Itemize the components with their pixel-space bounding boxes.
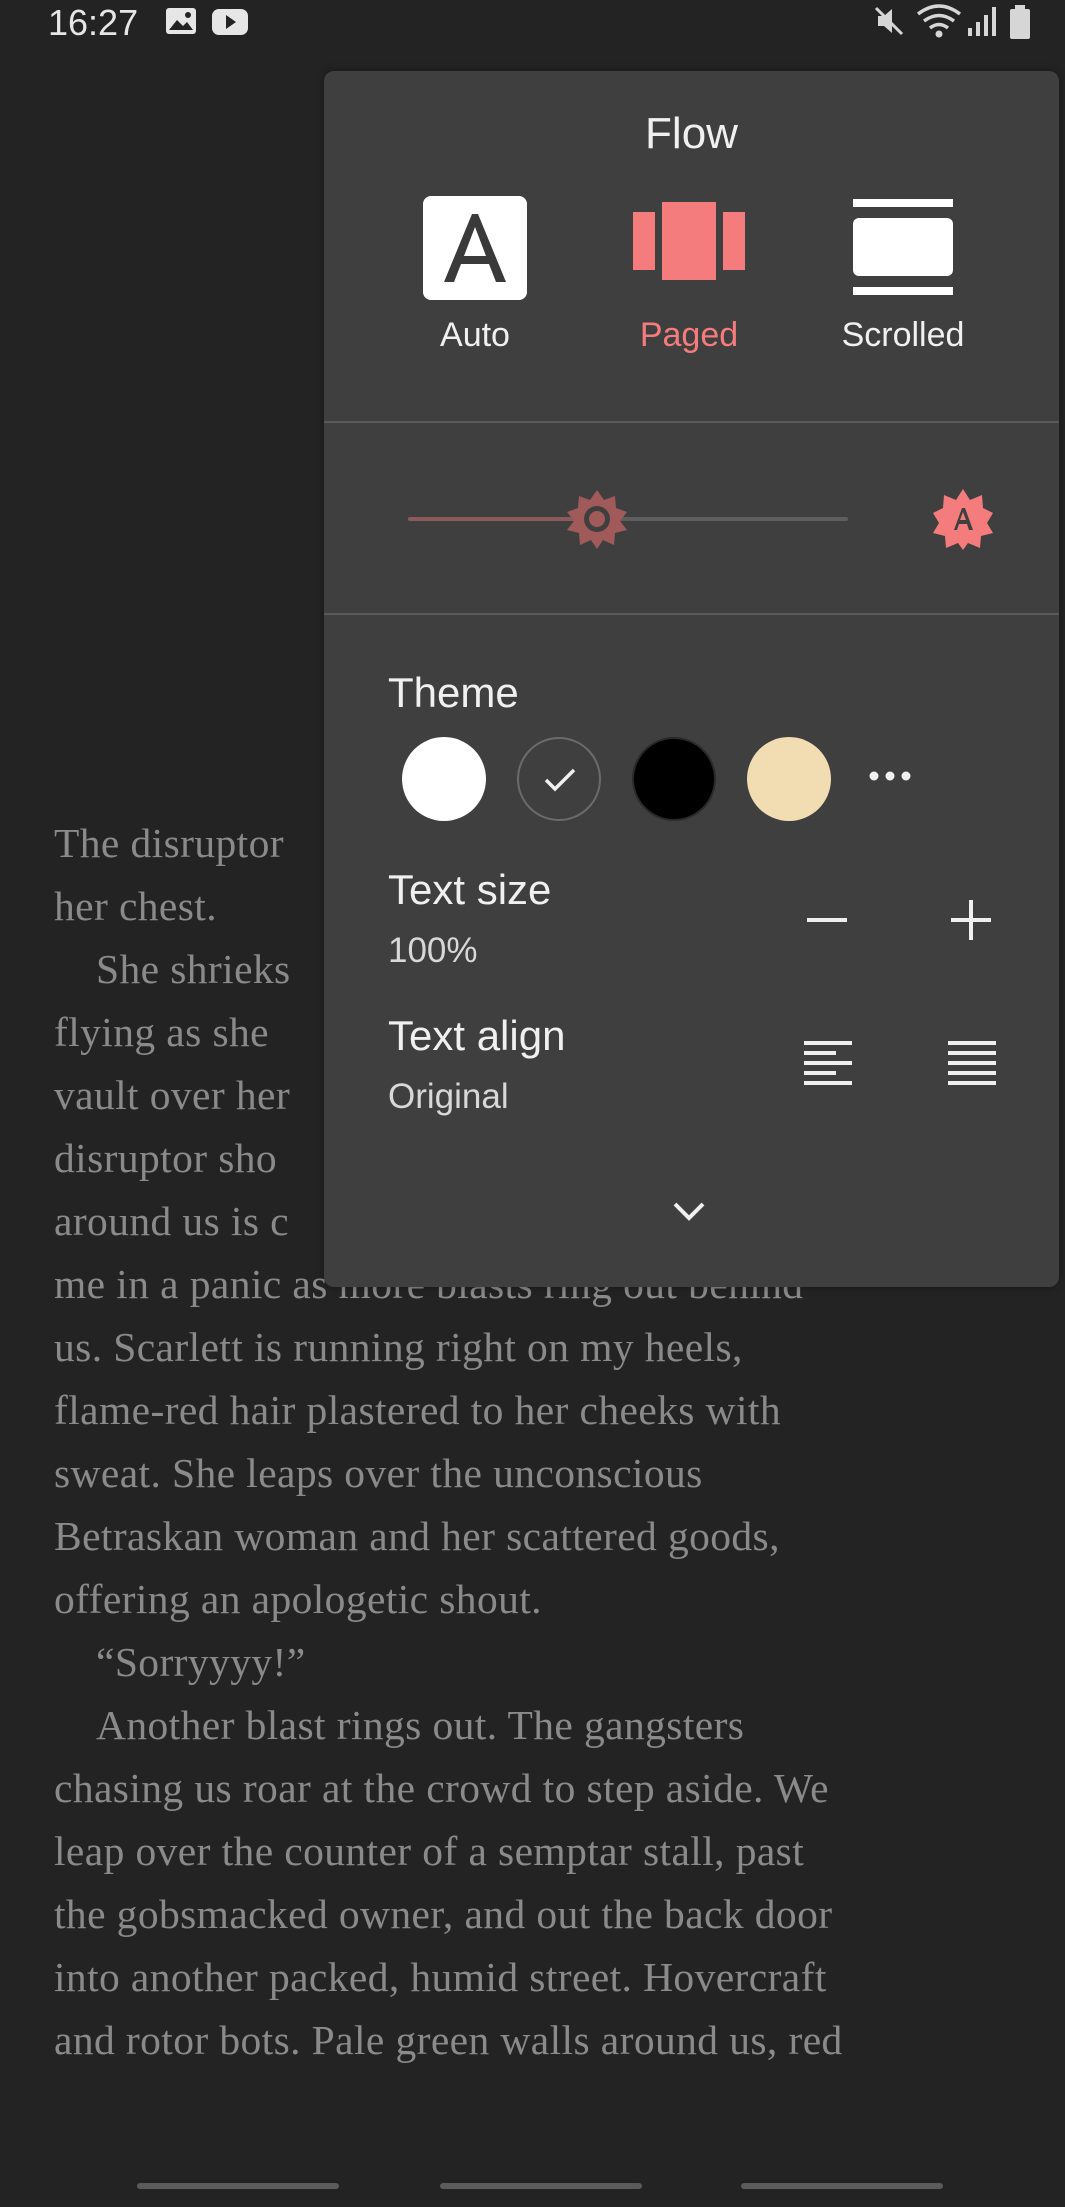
divider	[324, 421, 1059, 423]
reader-line: Betraskan woman and her scattered goods,	[54, 1513, 780, 1559]
text-align-value: Original	[388, 1077, 509, 1116]
status-bar: 16:27	[0, 0, 1065, 44]
reader-line: into another packed, humid street. Hover…	[54, 1954, 827, 2000]
flow-option-label: Paged	[639, 316, 739, 354]
image-icon	[166, 8, 196, 34]
youtube-icon	[212, 9, 248, 35]
flow-option-auto[interactable]: Auto	[380, 196, 570, 436]
flow-option-scrolled[interactable]: Scrolled	[808, 196, 998, 436]
chevron-down-icon[interactable]	[654, 1188, 724, 1238]
reading-settings-panel: Flow Auto Paged Scrolled Theme Text size…	[324, 71, 1059, 1287]
reader-line: offering an apologetic shout.	[54, 1576, 542, 1622]
reader-line: and rotor bots. Pale green walls around …	[54, 2017, 843, 2063]
minus-icon[interactable]	[792, 885, 862, 955]
nav-bar-back[interactable]	[137, 2183, 339, 2189]
nav-bar-home[interactable]	[440, 2183, 642, 2189]
status-time: 16:27	[48, 2, 139, 43]
text-size-value: 100%	[388, 931, 478, 970]
text-size-label: Text size	[388, 866, 552, 913]
auto-brightness-icon[interactable]	[932, 488, 994, 550]
paged-flow-icon	[633, 202, 745, 280]
reader-line: sweat. She leaps over the unconscious	[54, 1450, 703, 1496]
flow-option-label: Scrolled	[841, 316, 965, 354]
battery-icon	[1010, 5, 1030, 39]
divider	[324, 613, 1059, 615]
scrolled-flow-icon	[853, 199, 953, 295]
flow-title: Flow	[645, 109, 738, 158]
reader-line: flame-red hair plastered to her cheeks w…	[54, 1387, 781, 1433]
flow-option-paged[interactable]: Paged	[594, 196, 784, 436]
theme-label: Theme	[388, 669, 519, 716]
plus-icon[interactable]	[936, 885, 1006, 955]
wifi-icon	[916, 4, 962, 38]
signal-icon	[968, 7, 996, 36]
theme-swatch-sepia[interactable]	[747, 737, 831, 821]
align-justify-icon[interactable]	[936, 1031, 1006, 1101]
reader-line: leap over the counter of a semptar stall…	[54, 1828, 805, 1874]
check-icon	[544, 768, 576, 792]
align-left-icon[interactable]	[792, 1031, 862, 1101]
mute-icon	[874, 6, 904, 36]
reader-line: “Sorryyyy!”	[96, 1639, 306, 1685]
theme-swatch-black[interactable]	[632, 737, 716, 821]
reader-line: the gobsmacked owner, and out the back d…	[54, 1891, 833, 1937]
text-align-label: Text align	[388, 1012, 566, 1059]
theme-swatch-dark-gray[interactable]	[517, 737, 601, 821]
flow-option-label: Auto	[440, 316, 510, 354]
reader-line: chasing us roar at the crowd to step asi…	[54, 1765, 829, 1811]
reader-line: us. Scarlett is running right on my heel…	[54, 1324, 743, 1370]
nav-bar-recents[interactable]	[741, 2183, 943, 2189]
auto-flow-icon	[423, 196, 527, 300]
theme-swatch-white[interactable]	[402, 737, 486, 821]
more-horizontal-icon[interactable]	[864, 756, 916, 796]
brightness-icon[interactable]	[566, 488, 628, 550]
reader-line: Another blast rings out. The gangsters	[96, 1702, 745, 1748]
